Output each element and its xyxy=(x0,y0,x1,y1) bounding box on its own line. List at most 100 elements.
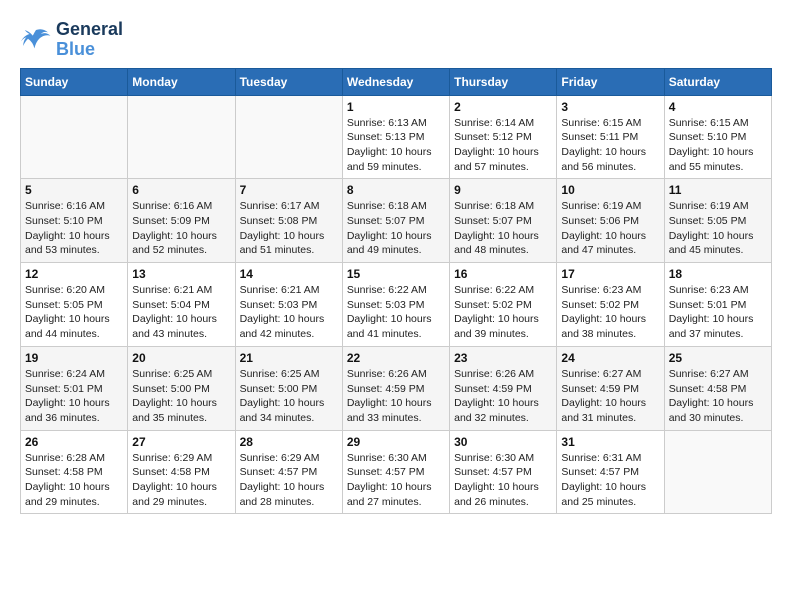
day-info: Sunrise: 6:15 AMSunset: 5:11 PMDaylight:… xyxy=(561,116,659,175)
calendar-cell: 2Sunrise: 6:14 AMSunset: 5:12 PMDaylight… xyxy=(450,95,557,179)
logo-icon xyxy=(20,26,52,54)
calendar-cell: 14 Sunrise: 6:21 AMSunset: 5:03 PMDayligh… xyxy=(235,263,342,347)
day-header-wednesday: Wednesday xyxy=(342,68,449,95)
calendar-cell: 25 Sunrise: 6:27 AMSunset: 4:58 PMDayligh… xyxy=(664,346,771,430)
day-number: 12 xyxy=(25,267,123,281)
day-header-friday: Friday xyxy=(557,68,664,95)
day-info: Sunrise: 6:21 AMSunset: 5:03 PMDaylight:… xyxy=(240,283,338,342)
day-info: Sunrise: 6:27 AMSunset: 4:59 PMDaylight:… xyxy=(561,367,659,426)
calendar-cell xyxy=(664,430,771,514)
day-info: Sunrise: 6:31 AMSunset: 4:57 PMDaylight:… xyxy=(561,451,659,510)
day-number: 23 xyxy=(454,351,552,365)
calendar-cell: 13Sunrise: 6:21 AMSunset: 5:04 PMDayligh… xyxy=(128,263,235,347)
calendar-cell: 20 Sunrise: 6:25 AMSunset: 5:00 PMDayligh… xyxy=(128,346,235,430)
day-number: 19 xyxy=(25,351,123,365)
day-number: 8 xyxy=(347,183,445,197)
day-header-saturday: Saturday xyxy=(664,68,771,95)
day-number: 2 xyxy=(454,100,552,114)
day-number: 7 xyxy=(240,183,338,197)
day-info: Sunrise: 6:27 AMSunset: 4:58 PMDaylight:… xyxy=(669,367,767,426)
day-number: 28 xyxy=(240,435,338,449)
calendar-cell: 8 Sunrise: 6:18 AMSunset: 5:07 PMDaylight… xyxy=(342,179,449,263)
day-number: 14 xyxy=(240,267,338,281)
day-number: 1 xyxy=(347,100,445,114)
day-info: Sunrise: 6:29 AMSunset: 4:58 PMDaylight:… xyxy=(132,451,230,510)
day-info: Sunrise: 6:13 AMSunset: 5:13 PMDaylight:… xyxy=(347,116,445,175)
day-header-tuesday: Tuesday xyxy=(235,68,342,95)
day-info: Sunrise: 6:18 AMSunset: 5:07 PMDaylight:… xyxy=(454,199,552,258)
day-header-sunday: Sunday xyxy=(21,68,128,95)
day-info: Sunrise: 6:25 AMSunset: 5:00 PMDaylight:… xyxy=(132,367,230,426)
calendar-cell: 29 Sunrise: 6:30 AMSunset: 4:57 PMDayligh… xyxy=(342,430,449,514)
calendar-cell: 9 Sunrise: 6:18 AMSunset: 5:07 PMDaylight… xyxy=(450,179,557,263)
day-number: 26 xyxy=(25,435,123,449)
day-number: 4 xyxy=(669,100,767,114)
day-number: 5 xyxy=(25,183,123,197)
calendar-cell: 18 Sunrise: 6:23 AMSunset: 5:01 PMDayligh… xyxy=(664,263,771,347)
day-info: Sunrise: 6:30 AMSunset: 4:57 PMDaylight:… xyxy=(454,451,552,510)
day-number: 25 xyxy=(669,351,767,365)
day-number: 13 xyxy=(132,267,230,281)
day-number: 16 xyxy=(454,267,552,281)
day-number: 22 xyxy=(347,351,445,365)
calendar-cell: 11Sunrise: 6:19 AMSunset: 5:05 PMDayligh… xyxy=(664,179,771,263)
calendar-cell xyxy=(235,95,342,179)
day-info: Sunrise: 6:20 AMSunset: 5:05 PMDaylight:… xyxy=(25,283,123,342)
day-header-monday: Monday xyxy=(128,68,235,95)
day-header-thursday: Thursday xyxy=(450,68,557,95)
calendar-cell: 4 Sunrise: 6:15 AMSunset: 5:10 PMDaylight… xyxy=(664,95,771,179)
calendar-cell: 23 Sunrise: 6:26 AMSunset: 4:59 PMDayligh… xyxy=(450,346,557,430)
day-number: 9 xyxy=(454,183,552,197)
day-info: Sunrise: 6:26 AMSunset: 4:59 PMDaylight:… xyxy=(454,367,552,426)
day-number: 29 xyxy=(347,435,445,449)
day-info: Sunrise: 6:28 AMSunset: 4:58 PMDaylight:… xyxy=(25,451,123,510)
day-info: Sunrise: 6:30 AMSunset: 4:57 PMDaylight:… xyxy=(347,451,445,510)
calendar-week-row: 12 Sunrise: 6:20 AMSunset: 5:05 PMDayligh… xyxy=(21,263,772,347)
day-info: Sunrise: 6:22 AMSunset: 5:02 PMDaylight:… xyxy=(454,283,552,342)
calendar-cell: 27Sunrise: 6:29 AMSunset: 4:58 PMDayligh… xyxy=(128,430,235,514)
calendar-week-row: 19 Sunrise: 6:24 AMSunset: 5:01 PMDayligh… xyxy=(21,346,772,430)
day-number: 31 xyxy=(561,435,659,449)
calendar-cell: 26 Sunrise: 6:28 AMSunset: 4:58 PMDayligh… xyxy=(21,430,128,514)
page-header: GeneralBlue xyxy=(20,20,772,60)
calendar-table: SundayMondayTuesdayWednesdayThursdayFrid… xyxy=(20,68,772,515)
calendar-cell: 30 Sunrise: 6:30 AMSunset: 4:57 PMDayligh… xyxy=(450,430,557,514)
calendar-header-row: SundayMondayTuesdayWednesdayThursdayFrid… xyxy=(21,68,772,95)
day-number: 18 xyxy=(669,267,767,281)
calendar-cell: 16 Sunrise: 6:22 AMSunset: 5:02 PMDayligh… xyxy=(450,263,557,347)
calendar-cell: 7 Sunrise: 6:17 AMSunset: 5:08 PMDaylight… xyxy=(235,179,342,263)
calendar-cell: 12 Sunrise: 6:20 AMSunset: 5:05 PMDayligh… xyxy=(21,263,128,347)
logo: GeneralBlue xyxy=(20,20,123,60)
calendar-cell: 3 Sunrise: 6:15 AMSunset: 5:11 PMDaylight… xyxy=(557,95,664,179)
day-info: Sunrise: 6:23 AMSunset: 5:02 PMDaylight:… xyxy=(561,283,659,342)
day-number: 15 xyxy=(347,267,445,281)
calendar-cell: 17Sunrise: 6:23 AMSunset: 5:02 PMDayligh… xyxy=(557,263,664,347)
calendar-week-row: 26 Sunrise: 6:28 AMSunset: 4:58 PMDayligh… xyxy=(21,430,772,514)
day-info: Sunrise: 6:23 AMSunset: 5:01 PMDaylight:… xyxy=(669,283,767,342)
day-info: Sunrise: 6:18 AMSunset: 5:07 PMDaylight:… xyxy=(347,199,445,258)
day-info: Sunrise: 6:25 AMSunset: 5:00 PMDaylight:… xyxy=(240,367,338,426)
calendar-week-row: 5Sunrise: 6:16 AMSunset: 5:10 PMDaylight… xyxy=(21,179,772,263)
day-number: 21 xyxy=(240,351,338,365)
day-number: 6 xyxy=(132,183,230,197)
day-info: Sunrise: 6:29 AMSunset: 4:57 PMDaylight:… xyxy=(240,451,338,510)
day-info: Sunrise: 6:16 AMSunset: 5:09 PMDaylight:… xyxy=(132,199,230,258)
calendar-cell: 15Sunrise: 6:22 AMSunset: 5:03 PMDayligh… xyxy=(342,263,449,347)
day-number: 30 xyxy=(454,435,552,449)
day-info: Sunrise: 6:17 AMSunset: 5:08 PMDaylight:… xyxy=(240,199,338,258)
day-number: 20 xyxy=(132,351,230,365)
calendar-cell: 24 Sunrise: 6:27 AMSunset: 4:59 PMDayligh… xyxy=(557,346,664,430)
calendar-cell xyxy=(21,95,128,179)
calendar-cell: 5Sunrise: 6:16 AMSunset: 5:10 PMDaylight… xyxy=(21,179,128,263)
day-info: Sunrise: 6:26 AMSunset: 4:59 PMDaylight:… xyxy=(347,367,445,426)
calendar-cell: 1 Sunrise: 6:13 AMSunset: 5:13 PMDaylight… xyxy=(342,95,449,179)
calendar-cell: 28 Sunrise: 6:29 AMSunset: 4:57 PMDayligh… xyxy=(235,430,342,514)
day-number: 10 xyxy=(561,183,659,197)
calendar-cell: 31 Sunrise: 6:31 AMSunset: 4:57 PMDayligh… xyxy=(557,430,664,514)
day-number: 24 xyxy=(561,351,659,365)
day-info: Sunrise: 6:15 AMSunset: 5:10 PMDaylight:… xyxy=(669,116,767,175)
day-info: Sunrise: 6:24 AMSunset: 5:01 PMDaylight:… xyxy=(25,367,123,426)
day-number: 3 xyxy=(561,100,659,114)
calendar-cell: 10Sunrise: 6:19 AMSunset: 5:06 PMDayligh… xyxy=(557,179,664,263)
logo-name: GeneralBlue xyxy=(56,20,123,60)
